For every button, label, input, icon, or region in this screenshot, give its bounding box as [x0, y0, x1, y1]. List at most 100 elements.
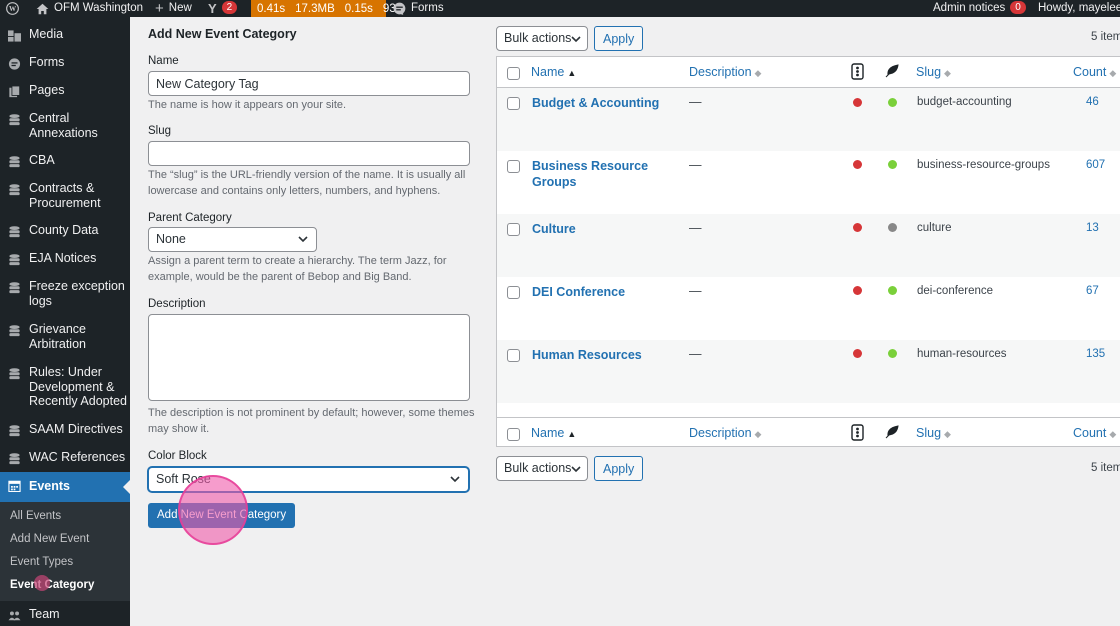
- submenu-event-category[interactable]: Event Category: [10, 579, 94, 591]
- admin-sidebar: Media Forms Pages Central Annexations CB…: [0, 17, 130, 626]
- plus-icon: +: [155, 0, 164, 17]
- yoast-count-badge: 2: [221, 0, 238, 14]
- term-name-link[interactable]: Budget & Accounting: [532, 95, 667, 111]
- admin-notices-menu[interactable]: Admin notices 0: [933, 0, 1026, 17]
- sidebar-item-label: EJA Notices: [29, 251, 97, 265]
- click-indicator: [178, 475, 248, 545]
- select-all-checkbox[interactable]: [507, 67, 520, 80]
- row-checkbox[interactable]: [507, 223, 520, 236]
- database-icon: [9, 226, 20, 238]
- readability-status-dot: [888, 286, 897, 295]
- submenu-event-types[interactable]: Event Types: [10, 556, 73, 568]
- column-name-header[interactable]: Name ▲: [531, 65, 576, 79]
- sidebar-item-forms[interactable]: Forms: [0, 55, 130, 73]
- column-name-footer[interactable]: Name ▲: [531, 426, 576, 440]
- term-description: —: [689, 221, 702, 235]
- term-name-link[interactable]: DEI Conference: [532, 284, 667, 300]
- table-row: Business Resource Groups — business-reso…: [497, 151, 1120, 214]
- sidebar-item-label: SAAM Directives: [29, 422, 123, 436]
- term-count-link[interactable]: 607: [1086, 159, 1105, 171]
- column-description-header[interactable]: Description ◆: [689, 65, 761, 79]
- term-count-link[interactable]: 13: [1086, 222, 1099, 234]
- column-count-footer[interactable]: Count ◆: [1073, 426, 1116, 440]
- seo-score-icon: [851, 424, 864, 441]
- sidebar-item-rules[interactable]: Rules: Under Development & Recently Adop…: [0, 365, 130, 409]
- user-account-menu[interactable]: Howdy, mayelee: [1038, 0, 1120, 17]
- seo-status-dot: [853, 98, 862, 107]
- sidebar-item-saam-directives[interactable]: SAAM Directives: [0, 422, 130, 440]
- sidebar-item-label: Freeze exception logs: [29, 279, 125, 308]
- term-count-link[interactable]: 46: [1086, 96, 1099, 108]
- sidebar-item-media[interactable]: Media: [0, 27, 130, 45]
- query-monitor-menu[interactable]: 0.41s 17.3MB 0.15s 93Q: [251, 0, 405, 17]
- site-name-link[interactable]: OFM Washington: [36, 0, 143, 17]
- sidebar-item-pages[interactable]: Pages: [0, 83, 130, 101]
- database-icon: [9, 254, 20, 266]
- term-slug: budget-accounting: [917, 96, 1012, 108]
- submenu-all-events[interactable]: All Events: [10, 510, 61, 522]
- database-icon: [9, 425, 20, 437]
- row-checkbox[interactable]: [507, 97, 520, 110]
- sidebar-item-central-annexations[interactable]: Central Annexations: [0, 111, 130, 141]
- term-name-link[interactable]: Human Resources: [532, 347, 667, 363]
- description-textarea[interactable]: [148, 314, 470, 401]
- forms-menu[interactable]: Forms: [393, 0, 444, 17]
- table-row: Budget & Accounting — budget-accounting …: [497, 88, 1120, 151]
- term-description: —: [689, 347, 702, 361]
- column-count-header[interactable]: Count ◆: [1073, 65, 1116, 79]
- parent-help: Assign a parent term to create a hierarc…: [148, 255, 447, 283]
- sidebar-item-team[interactable]: Team: [0, 607, 130, 625]
- submenu-add-new-event[interactable]: Add New Event: [10, 533, 89, 545]
- sidebar-item-label: Pages: [29, 83, 65, 97]
- yoast-menu[interactable]: Y 2: [208, 0, 238, 17]
- new-content-link[interactable]: + New: [155, 0, 192, 17]
- table-row: Human Resources — human-resources 135: [497, 340, 1120, 403]
- qm-db-time: 0.15s: [344, 2, 373, 15]
- bulk-actions-select-bottom[interactable]: Bulk actions: [496, 456, 588, 481]
- column-slug-footer[interactable]: Slug ◆: [916, 426, 951, 440]
- seo-status-dot: [853, 160, 862, 169]
- database-icon: [9, 282, 20, 294]
- slug-field[interactable]: [148, 141, 470, 166]
- wordpress-logo-icon[interactable]: W: [6, 0, 19, 17]
- current-menu-arrow: [123, 480, 130, 494]
- term-name-link[interactable]: Culture: [532, 221, 667, 237]
- term-count-link[interactable]: 135: [1086, 348, 1105, 360]
- parent-category-select[interactable]: None: [148, 227, 317, 252]
- sidebar-item-label: Grievance Arbitration: [29, 322, 86, 351]
- bulk-actions-select-top[interactable]: Bulk actions: [496, 26, 588, 51]
- new-label: New: [168, 2, 192, 14]
- parent-label: Parent Category: [148, 212, 232, 224]
- forms-icon: [393, 2, 406, 15]
- term-count-link[interactable]: 67: [1086, 285, 1099, 297]
- row-checkbox[interactable]: [507, 349, 520, 362]
- apply-button-bottom[interactable]: Apply: [594, 456, 644, 481]
- qm-time: 0.41s: [257, 2, 286, 15]
- row-checkbox[interactable]: [507, 160, 520, 173]
- sidebar-item-freeze-exception-logs[interactable]: Freeze exception logs: [0, 279, 130, 309]
- sidebar-item-wac-references[interactable]: WAC References: [0, 450, 130, 468]
- sidebar-item-label: Contracts & Procurement: [29, 181, 101, 210]
- chevron-down-icon: [450, 476, 460, 483]
- select-all-checkbox-footer[interactable]: [507, 428, 520, 441]
- sidebar-item-cba[interactable]: CBA: [0, 153, 130, 171]
- items-count-bottom: 5 items: [1091, 462, 1120, 474]
- table-row: Culture — culture 13: [497, 214, 1120, 277]
- sidebar-item-contracts[interactable]: Contracts & Procurement: [0, 181, 130, 211]
- term-name-link[interactable]: Business Resource Groups: [532, 158, 667, 190]
- column-description-footer[interactable]: Description ◆: [689, 426, 761, 440]
- seo-status-dot: [853, 223, 862, 232]
- term-slug: culture: [917, 222, 952, 234]
- row-checkbox[interactable]: [507, 286, 520, 299]
- column-slug-header[interactable]: Slug ◆: [916, 65, 951, 79]
- yoast-icon: Y: [208, 1, 217, 16]
- form-title: Add New Event Category: [148, 27, 297, 41]
- sidebar-item-grievance-arbitration[interactable]: Grievance Arbitration: [0, 322, 130, 352]
- events-submenu: All Events Add New Event Event Types Eve…: [0, 502, 130, 601]
- sidebar-item-eja-notices[interactable]: EJA Notices: [0, 251, 130, 269]
- sidebar-item-county-data[interactable]: County Data: [0, 223, 130, 241]
- apply-button-top[interactable]: Apply: [594, 26, 644, 51]
- sidebar-item-events[interactable]: Events: [0, 472, 130, 502]
- name-field[interactable]: New Category Tag: [148, 71, 470, 96]
- table-header: Name ▲ Description ◆ Slug ◆ Count ◆: [497, 57, 1120, 88]
